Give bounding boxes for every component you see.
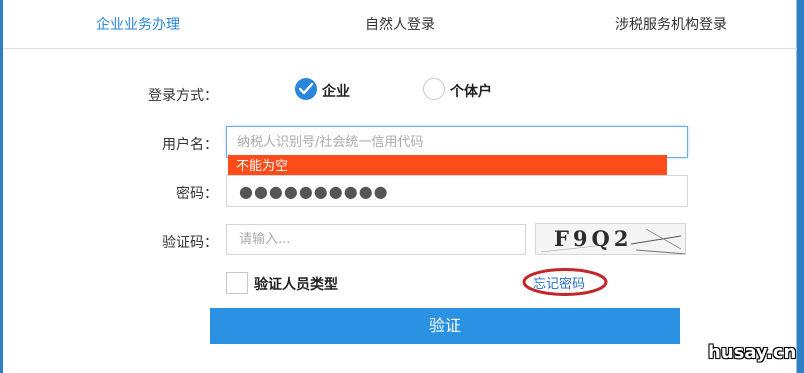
username-label: 用户名： <box>162 137 218 153</box>
radio-individual[interactable] <box>423 78 445 100</box>
captcha-image[interactable]: F9Q2 <box>535 223 686 255</box>
username-input[interactable] <box>226 126 688 158</box>
verify-person-type-label: 验证人员类型 <box>254 277 338 293</box>
captcha-label: 验证码： <box>162 235 218 251</box>
password-label: 密码： <box>176 186 218 202</box>
window-frame-left <box>0 0 3 373</box>
login-method-label: 登录方式： <box>148 88 218 104</box>
verify-submit-button[interactable]: 验证 <box>210 308 680 344</box>
captcha-text: F9Q2 <box>554 226 633 251</box>
login-tabs: 企业业务办理 自然人登录 涉税服务机构登录 <box>3 0 797 49</box>
tab-natural-person-login[interactable]: 自然人登录 <box>305 0 495 48</box>
watermark: husay.cn <box>708 342 797 363</box>
verify-person-type-checkbox[interactable] <box>226 272 248 294</box>
tab-enterprise-business[interactable]: 企业业务办理 <box>43 0 233 48</box>
tab-tax-agency-login[interactable]: 涉税服务机构登录 <box>571 0 771 48</box>
radio-enterprise-label: 企业 <box>322 84 350 100</box>
radio-individual-label: 个体户 <box>450 84 492 100</box>
radio-enterprise[interactable] <box>295 78 317 100</box>
password-input[interactable] <box>226 175 688 207</box>
forgot-password-link[interactable]: 忘记密码 <box>533 273 585 292</box>
check-icon <box>299 83 313 95</box>
captcha-input[interactable] <box>226 224 526 255</box>
forgot-password-area: 忘记密码 <box>521 267 609 297</box>
window-frame-right <box>797 0 804 373</box>
